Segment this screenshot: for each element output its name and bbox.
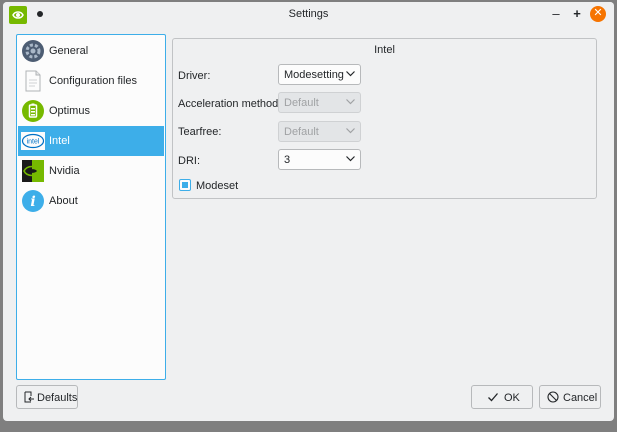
acceleration-method-select[interactable]: Default <box>278 92 361 113</box>
sidebar-item-nvidia[interactable]: Nvidia <box>18 156 164 186</box>
intel-logo-icon: intel <box>21 129 45 153</box>
driver-label: Driver: <box>178 70 211 82</box>
cancel-button[interactable]: Cancel <box>539 385 601 409</box>
settings-window: Settings – + ✕ General Configuration fil… <box>3 2 614 421</box>
sidebar-item-label: About <box>49 195 78 207</box>
driver-select-value: Modesetting <box>284 69 344 81</box>
ok-button-label: OK <box>504 392 520 404</box>
window-title: Settings <box>288 8 329 20</box>
defaults-button[interactable]: Defaults <box>16 385 78 409</box>
chevron-down-icon <box>346 156 355 162</box>
sidebar-item-optimus[interactable]: Optimus <box>18 96 164 126</box>
driver-select[interactable]: Modesetting <box>278 64 361 85</box>
checkbox-checked-mark <box>182 182 188 188</box>
sidebar-item-about[interactable]: i About <box>18 186 164 216</box>
nvidia-logo-icon <box>21 159 45 183</box>
intel-logo-text: intel <box>27 139 40 146</box>
acceleration-method-label: Acceleration method: <box>178 98 282 110</box>
cancel-icon <box>547 391 559 403</box>
document-icon <box>21 69 45 93</box>
close-button[interactable]: ✕ <box>590 6 606 22</box>
dri-select[interactable]: 3 <box>278 149 361 170</box>
modeset-checkbox[interactable] <box>179 179 191 191</box>
info-icon-glyph: i <box>30 194 35 210</box>
checkmark-icon <box>488 393 498 402</box>
dri-label: DRI: <box>178 155 200 167</box>
tearfree-value: Default <box>284 126 319 138</box>
sidebar-item-general[interactable]: General <box>18 36 164 66</box>
chevron-down-icon <box>346 99 355 105</box>
chevron-down-icon <box>346 71 355 77</box>
gear-icon <box>21 39 45 63</box>
settings-sidebar: General Configuration files Optimus inte… <box>16 34 166 380</box>
intel-settings-group: Intel Driver: Modesetting Acceleration m… <box>172 38 597 199</box>
title-bar[interactable]: Settings – + ✕ <box>3 2 614 28</box>
sidebar-item-label: General <box>49 45 89 57</box>
ok-button[interactable]: OK <box>471 385 533 409</box>
sidebar-item-label: Optimus <box>49 105 90 117</box>
dri-select-value: 3 <box>284 154 291 166</box>
battery-icon <box>21 99 45 123</box>
modeset-label[interactable]: Modeset <box>196 180 238 192</box>
tearfree-select[interactable]: Default <box>278 121 361 142</box>
chevron-down-icon <box>346 128 355 134</box>
group-title: Intel <box>374 44 395 56</box>
maximize-button[interactable]: + <box>569 6 585 22</box>
sidebar-item-label: Configuration files <box>49 75 138 87</box>
defaults-button-label: Defaults <box>37 392 78 404</box>
sidebar-item-label: Intel <box>49 135 70 147</box>
sidebar-item-configuration-files[interactable]: Configuration files <box>18 66 164 96</box>
minimize-button[interactable]: – <box>548 6 564 22</box>
document-revert-icon <box>24 391 34 403</box>
acceleration-method-value: Default <box>284 97 319 109</box>
cancel-button-label: Cancel <box>563 392 598 404</box>
sidebar-item-label: Nvidia <box>49 165 80 177</box>
info-icon: i <box>21 189 45 213</box>
tearfree-label: Tearfree: <box>178 126 222 138</box>
sidebar-item-intel[interactable]: intel Intel <box>18 126 164 156</box>
